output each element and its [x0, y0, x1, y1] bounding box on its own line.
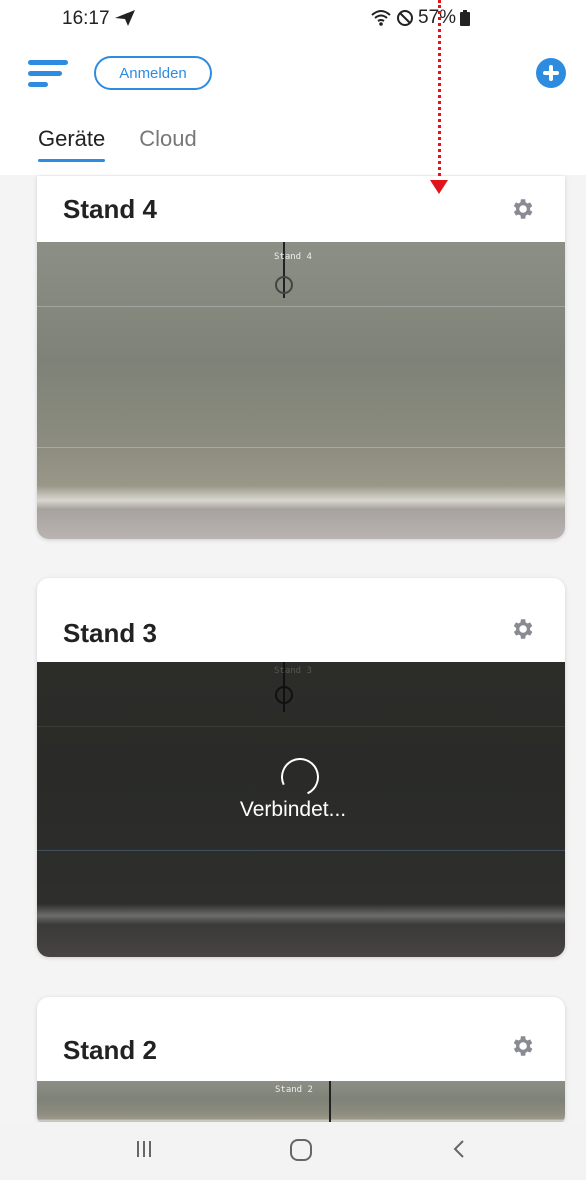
camera-feed[interactable]: Stand 4 — [37, 242, 565, 539]
home-icon[interactable] — [289, 1138, 313, 1162]
tab-cloud[interactable]: Cloud — [139, 126, 196, 160]
status-indicators: 57% — [370, 7, 471, 29]
app-bar: Anmelden Geräte Cloud — [0, 40, 586, 175]
camera-overlay-label: Stand 4 — [274, 252, 312, 262]
plus-circle-icon[interactable] — [536, 58, 566, 88]
gear-icon[interactable] — [509, 1033, 535, 1059]
status-bar: 16:17 57% — [0, 0, 586, 40]
device-card[interactable]: Stand 2 Stand 2 — [37, 997, 565, 1127]
camera-overlay-label: Stand 2 — [275, 1085, 313, 1095]
back-icon[interactable] — [452, 1138, 466, 1160]
device-card[interactable]: Stand 4 Stand 4 — [37, 176, 565, 539]
camera-overlay-label: Stand 3 — [274, 666, 312, 676]
annotation-dotted-line — [438, 0, 441, 176]
card-header: Stand 2 — [37, 997, 565, 1081]
gear-icon[interactable] — [509, 196, 535, 222]
device-name: Stand 4 — [63, 194, 157, 224]
login-button[interactable]: Anmelden — [94, 56, 212, 90]
tab-bar: Geräte Cloud — [38, 126, 197, 162]
device-name: Stand 2 — [63, 1035, 157, 1065]
status-time: 16:17 — [62, 8, 110, 29]
annotation-arrow-icon — [430, 180, 448, 194]
send-icon — [115, 10, 135, 26]
do-not-disturb-icon — [397, 10, 413, 26]
connecting-status: Verbindet... — [239, 798, 347, 821]
card-header: Stand 3 — [37, 578, 565, 662]
menu-icon[interactable] — [28, 60, 68, 90]
camera-feed[interactable]: Stand 2 — [37, 1081, 565, 1127]
tab-devices[interactable]: Geräte — [38, 126, 106, 162]
battery-icon — [460, 10, 471, 26]
card-header: Stand 4 — [37, 176, 565, 242]
gear-icon[interactable] — [509, 616, 535, 642]
wifi-icon — [371, 10, 391, 26]
device-name: Stand 3 — [63, 618, 157, 648]
system-nav-bar — [0, 1122, 586, 1180]
recent-apps-icon[interactable] — [136, 1138, 152, 1160]
